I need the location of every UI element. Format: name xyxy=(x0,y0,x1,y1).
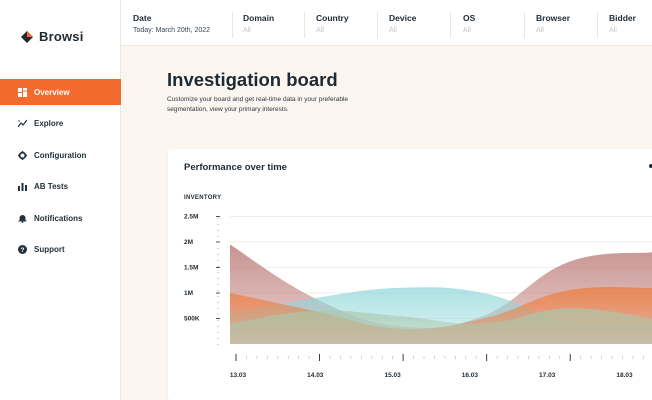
logo[interactable]: Browsi xyxy=(20,29,84,44)
sidebar: Browsi Overview Explore Configuration AB… xyxy=(0,0,121,400)
sidebar-item-ab-tests[interactable]: AB Tests xyxy=(0,174,121,200)
sidebar-item-overview[interactable]: Overview xyxy=(0,79,121,105)
filter-device[interactable]: Device All xyxy=(389,12,451,38)
trend-icon xyxy=(18,119,27,128)
filter-value: All xyxy=(609,27,617,34)
sidebar-item-label: Overview xyxy=(34,87,70,97)
sidebar-item-support[interactable]: ? Support xyxy=(0,237,121,263)
page-title: Investigation board xyxy=(167,69,338,90)
filter-country[interactable]: Country All xyxy=(316,12,378,38)
sidebar-item-explore[interactable]: Explore xyxy=(0,111,121,137)
filter-value: All xyxy=(463,27,471,34)
filter-label: OS xyxy=(463,13,476,23)
y-tick-label: 1.5M xyxy=(184,265,198,272)
sidebar-item-label: AB Tests xyxy=(34,182,69,192)
x-tick-label: 13.03 xyxy=(230,372,247,379)
filter-label: Date xyxy=(133,13,152,23)
filter-browser[interactable]: Browser All xyxy=(536,12,598,38)
x-tick-label: 14.03 xyxy=(307,372,324,379)
bell-icon xyxy=(18,214,27,223)
sidebar-item-notifications[interactable]: Notifications xyxy=(0,205,121,231)
filter-bar: Date Today: March 20th, 2022 Domain All … xyxy=(121,0,652,46)
sidebar-item-configuration[interactable]: Configuration xyxy=(0,142,121,168)
filter-os[interactable]: OS All xyxy=(463,12,525,38)
sidebar-item-label: Support xyxy=(34,245,65,255)
filter-value: All xyxy=(316,27,324,34)
filter-label: Browser xyxy=(536,13,571,23)
page-subtitle: Customize your board and get real-time d… xyxy=(167,96,349,113)
sidebar-item-label: Configuration xyxy=(34,150,87,160)
svg-text:?: ? xyxy=(21,247,25,254)
app-name: Browsi xyxy=(39,29,84,44)
dashboard-icon xyxy=(18,87,27,97)
filter-label: Device xyxy=(389,13,417,23)
filter-label: Country xyxy=(316,13,349,23)
sidebar-item-label: Explore xyxy=(34,119,64,129)
browsi-logo-icon xyxy=(21,30,33,43)
bar-chart-icon xyxy=(18,182,27,192)
filter-bidder[interactable]: Bidder All xyxy=(609,12,652,38)
x-tick-label: 15.03 xyxy=(384,372,401,379)
filter-value: All xyxy=(536,27,544,34)
filter-date[interactable]: Date Today: March 20th, 2022 xyxy=(133,12,233,38)
help-icon: ? xyxy=(18,245,27,255)
x-tick-label: 18.03 xyxy=(616,372,633,379)
filter-label: Domain xyxy=(243,13,275,23)
filter-value: All xyxy=(389,27,397,34)
y-tick-label: 1M xyxy=(184,290,193,297)
x-tick-label: 16.03 xyxy=(462,372,479,379)
x-tick-label: 17.03 xyxy=(539,372,556,379)
gear-icon xyxy=(18,150,27,160)
y-tick-label: 2M xyxy=(184,239,193,246)
performance-chart: 2.5M 2M 1.5M 1M 500K 13.03 14.03 15.03 16.03 17.0… xyxy=(184,214,652,379)
y-tick-label: 2.5M xyxy=(184,214,198,221)
filter-domain[interactable]: Domain All xyxy=(243,12,305,38)
filter-value: All xyxy=(243,27,251,34)
performance-card: Performance over time INVENTORY 2.5M 2M 1.… xyxy=(168,149,652,400)
filter-value: Today: March 20th, 2022 xyxy=(133,27,211,34)
y-tick-label: 500K xyxy=(184,316,200,323)
sidebar-item-label: Notifications xyxy=(34,213,83,223)
sidebar-nav: Overview Explore Configuration AB Tests … xyxy=(0,79,121,269)
filter-label: Bidder xyxy=(609,13,636,23)
